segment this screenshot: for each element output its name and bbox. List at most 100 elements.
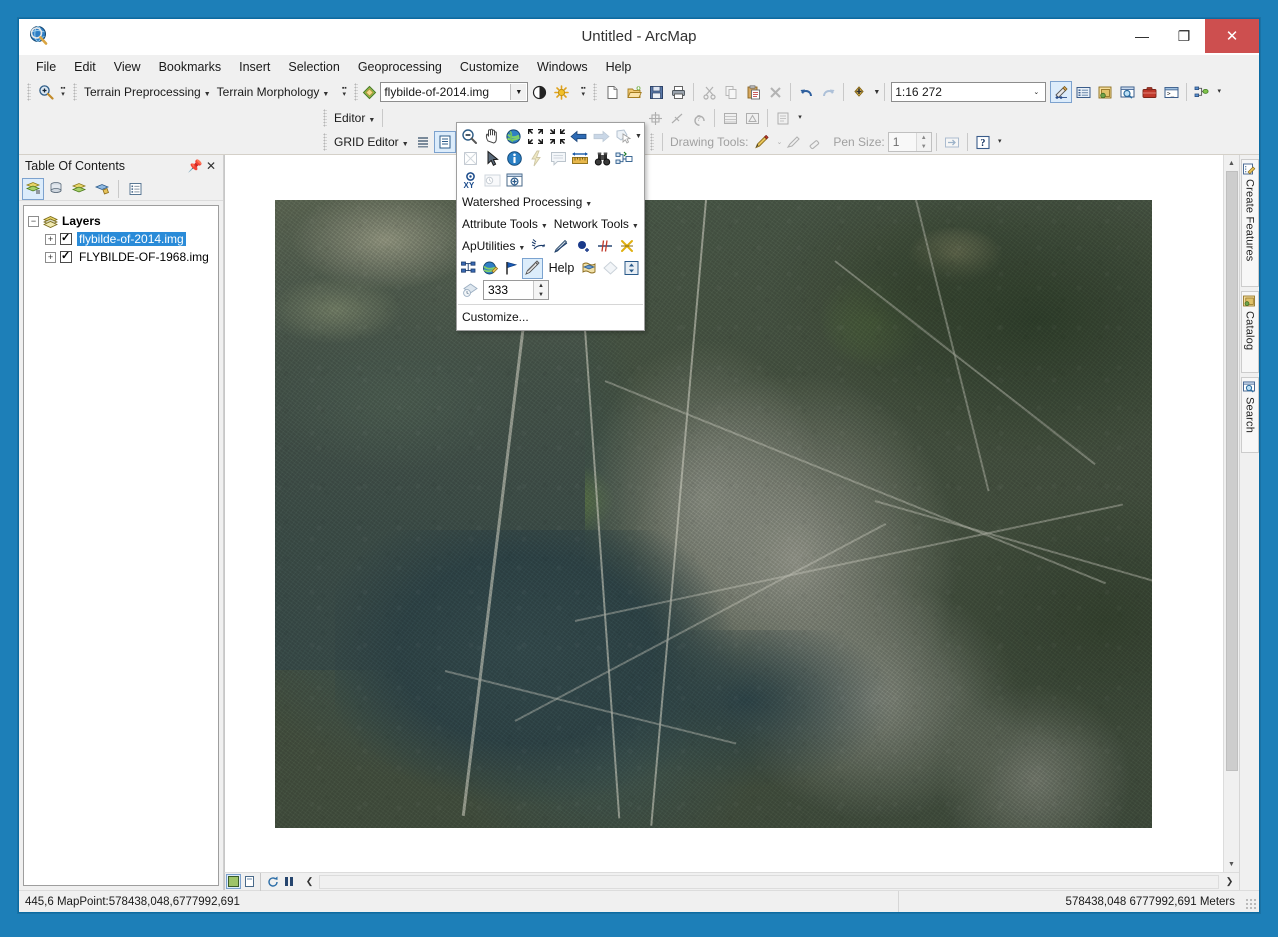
new-document-icon[interactable] bbox=[601, 81, 623, 103]
menu-help[interactable]: Help bbox=[597, 57, 641, 77]
copy-icon[interactable] bbox=[720, 81, 742, 103]
layer-select[interactable]: flybilde-of-2014.img ▼ bbox=[380, 82, 529, 102]
toolbar-overflow-1[interactable]: ▪▪ ▾ bbox=[57, 81, 69, 103]
toolbar-grip[interactable] bbox=[593, 83, 598, 101]
add-data-icon[interactable] bbox=[848, 81, 870, 103]
zoom-in-icon[interactable] bbox=[35, 81, 57, 103]
list-by-drawing-order-icon[interactable] bbox=[22, 177, 44, 200]
spin-up-icon[interactable]: ▲ bbox=[534, 281, 548, 290]
scroll-up-icon[interactable]: ▲ bbox=[1224, 155, 1240, 171]
pin-icon[interactable]: 📌 bbox=[187, 159, 203, 173]
map-vertical-scrollbar[interactable]: ▲ ▼ bbox=[1223, 155, 1239, 872]
toolbar-overflow-2[interactable]: ▪▪ ▾ bbox=[338, 81, 350, 103]
contrast-icon[interactable] bbox=[528, 81, 550, 103]
toolbar-grip[interactable] bbox=[73, 83, 77, 101]
save-icon[interactable] bbox=[645, 81, 667, 103]
pan-hand-icon[interactable] bbox=[481, 126, 503, 147]
toolbar-overflow-3[interactable]: ▪▪ ▾ bbox=[577, 81, 589, 103]
back-extent-arrow-icon[interactable] bbox=[568, 126, 590, 147]
html-popup-icon[interactable] bbox=[547, 148, 569, 169]
help-label[interactable]: Help bbox=[543, 261, 580, 275]
vertical-scroll-thumb[interactable] bbox=[1225, 171, 1238, 771]
attribute-tools-menu[interactable]: Attribute Tools ▼ bbox=[459, 215, 551, 233]
list-by-selection-icon[interactable] bbox=[91, 178, 113, 200]
expander-icon[interactable]: − bbox=[28, 215, 39, 227]
topology-undo-icon[interactable]: ? bbox=[688, 107, 710, 129]
create-viewer-window-icon[interactable] bbox=[503, 170, 525, 191]
toolbar-overflow-5[interactable]: ▾ bbox=[794, 107, 806, 129]
minimize-button[interactable]: — bbox=[1121, 19, 1163, 53]
error-inspector-icon[interactable] bbox=[741, 107, 763, 129]
pencil-icon[interactable] bbox=[751, 131, 773, 153]
refresh-icon[interactable] bbox=[265, 874, 280, 889]
close-button[interactable]: ✕ bbox=[1205, 19, 1259, 53]
move-node-icon[interactable] bbox=[644, 107, 666, 129]
model-builder-icon[interactable] bbox=[1191, 81, 1213, 103]
spin-down-icon[interactable]: ▼ bbox=[534, 290, 548, 299]
layout-view-icon[interactable] bbox=[242, 874, 257, 889]
grid-attributes-icon[interactable] bbox=[433, 131, 456, 153]
edit-line-icon[interactable] bbox=[550, 236, 572, 257]
terrain-preprocessing-menu[interactable]: Terrain Preprocessing ▼ bbox=[81, 83, 214, 101]
paste-icon[interactable] bbox=[742, 81, 764, 103]
terrain-morphology-menu[interactable]: Terrain Morphology ▼ bbox=[214, 83, 333, 101]
layer-package-icon[interactable] bbox=[579, 258, 600, 279]
sidetab-search[interactable]: Search bbox=[1240, 377, 1259, 453]
toolbar-grip[interactable] bbox=[323, 133, 327, 151]
menu-edit[interactable]: Edit bbox=[65, 57, 105, 77]
horizontal-scroll-thumb[interactable] bbox=[320, 875, 1218, 888]
resize-grip[interactable] bbox=[1245, 898, 1257, 910]
redo-icon[interactable] bbox=[817, 81, 839, 103]
sidetab-catalog[interactable]: Catalog bbox=[1240, 291, 1259, 373]
sketch-line-icon[interactable] bbox=[666, 107, 688, 129]
list-by-visibility-icon[interactable] bbox=[68, 178, 90, 200]
menu-insert[interactable]: Insert bbox=[230, 57, 279, 77]
open-folder-icon[interactable] bbox=[623, 81, 645, 103]
identify-info-icon[interactable] bbox=[503, 148, 525, 169]
watershed-processing-menu[interactable]: Watershed Processing ▼ bbox=[459, 193, 595, 211]
map-data-frame[interactable] bbox=[275, 200, 1152, 828]
scroll-down-icon[interactable]: ▼ bbox=[1224, 856, 1240, 872]
pen-size-stepper[interactable]: 1 ▲ ▼ bbox=[887, 132, 932, 152]
map-horizontal-scrollbar[interactable] bbox=[319, 874, 1219, 889]
go-to-xy-icon[interactable]: XY bbox=[459, 170, 481, 191]
network-tools-menu[interactable]: Network Tools ▼ bbox=[551, 215, 642, 233]
options-icon[interactable] bbox=[124, 178, 146, 200]
data-view-icon[interactable] bbox=[226, 874, 241, 889]
scroll-right-icon[interactable]: ❯ bbox=[1222, 874, 1237, 889]
spin-down-icon[interactable]: ▼ bbox=[916, 142, 931, 151]
table-of-contents-icon[interactable] bbox=[1072, 81, 1094, 103]
toc-layer-label-0[interactable]: flybilde-of-2014.img bbox=[77, 232, 186, 246]
list-by-source-icon[interactable] bbox=[45, 178, 67, 200]
toc-layer-tree[interactable]: − Layers + flybilde-of bbox=[23, 205, 219, 886]
hyperlink-lightning-icon[interactable] bbox=[525, 148, 547, 169]
map-view[interactable]: ▲ ▼ bbox=[224, 155, 1239, 872]
cut-icon[interactable] bbox=[698, 81, 720, 103]
spin-up-icon[interactable]: ▲ bbox=[916, 133, 931, 142]
chevron-down-icon[interactable]: ▼ bbox=[510, 84, 527, 100]
toolbar-overflow-4[interactable]: ▾ bbox=[1213, 81, 1225, 103]
brightness-icon[interactable] bbox=[550, 81, 572, 103]
forward-extent-arrow-icon[interactable] bbox=[590, 126, 612, 147]
grid-list-icon[interactable] bbox=[412, 131, 434, 153]
toc-layer-label-1[interactable]: FLYBILDE-OF-1968.img bbox=[77, 250, 211, 264]
maximize-button[interactable]: ❐ bbox=[1163, 19, 1205, 53]
arctoolbox-icon[interactable] bbox=[1138, 81, 1160, 103]
image-analysis-layer-combo[interactable]: flybilde-of-2014.img ▼ bbox=[362, 82, 529, 102]
properties-icon[interactable] bbox=[772, 107, 794, 129]
menu-view[interactable]: View bbox=[105, 57, 150, 77]
layer-visibility-checkbox[interactable] bbox=[60, 231, 72, 245]
python-window-icon[interactable]: >_ bbox=[1160, 81, 1182, 103]
select-graphics-icon[interactable] bbox=[459, 148, 481, 169]
expander-icon[interactable]: + bbox=[45, 233, 56, 245]
toolbar-grip[interactable] bbox=[354, 83, 359, 101]
add-point-icon[interactable] bbox=[572, 236, 594, 257]
collapse-arrow-icon[interactable]: ❮ bbox=[302, 874, 317, 889]
highlighter-icon[interactable] bbox=[782, 131, 804, 153]
catalog-window-icon[interactable] bbox=[1094, 81, 1116, 103]
select-features-icon[interactable] bbox=[612, 126, 634, 147]
delete-feature-icon[interactable] bbox=[616, 236, 638, 257]
chevron-down-icon[interactable]: ▼ bbox=[635, 133, 642, 140]
editor-toolbar-icon[interactable] bbox=[1050, 81, 1073, 103]
menu-bookmarks[interactable]: Bookmarks bbox=[150, 57, 231, 77]
